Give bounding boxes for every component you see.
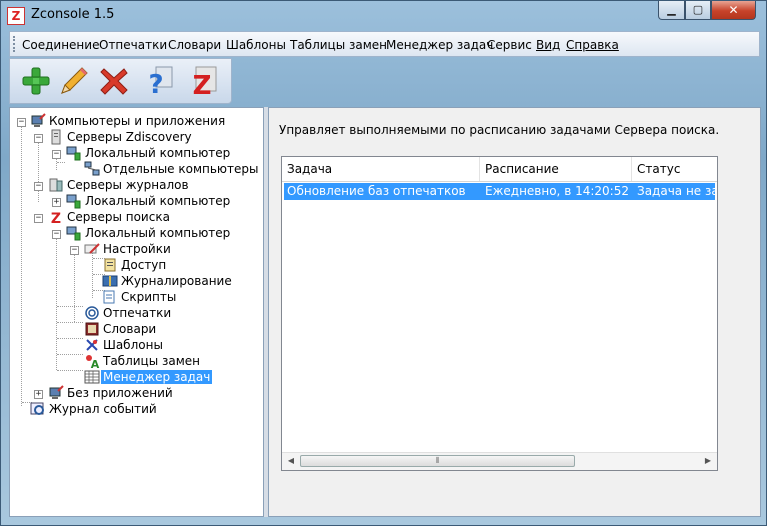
cell-schedule: Ежедневно, в 14:20:52 <box>485 184 629 198</box>
menu-replace-tables[interactable]: Таблицы замен <box>290 38 387 52</box>
event-log-icon <box>30 402 44 415</box>
log-server-icon <box>49 178 63 192</box>
menu-dictionaries[interactable]: Словари <box>168 38 221 52</box>
window-title: Zconsole 1.5 <box>31 7 115 22</box>
menu-grip[interactable] <box>13 36 18 52</box>
local-computer-icon <box>66 226 81 241</box>
scripts-icon <box>103 290 115 304</box>
column-header-schedule[interactable]: Расписание <box>480 157 632 181</box>
menu-help[interactable]: Справка <box>566 38 619 52</box>
cell-status: Задача не зап... <box>637 184 715 198</box>
svg-text:Z: Z <box>193 71 212 97</box>
title-bar[interactable]: Z Zconsole 1.5 ▁ ▢ ✕ <box>1 1 766 29</box>
navigation-tree: − − − − + − − − + Компьютеры и приложени… <box>9 107 264 517</box>
table-row[interactable]: Обновление баз отпечатков Ежедневно, в 1… <box>284 183 715 200</box>
minimize-button[interactable]: ▁ <box>658 1 685 20</box>
search-server-icon: Z <box>51 211 61 225</box>
scrollbar-thumb[interactable]: ⦀ <box>300 455 575 467</box>
expander-collapse[interactable]: − <box>34 134 43 143</box>
toolbar: ? Z <box>9 58 232 104</box>
server-icon <box>51 129 61 145</box>
computer-apps-icon <box>31 113 46 127</box>
menu-bar: Соединение Отпечатки Словари Шаблоны Таб… <box>9 31 760 57</box>
menu-fingerprints[interactable]: Отпечатки <box>99 38 167 52</box>
logging-icon <box>102 275 118 287</box>
task-manager-panel: Управляет выполняемыми по расписанию зад… <box>268 107 761 517</box>
scroll-left-icon[interactable]: ◀ <box>286 456 296 466</box>
cell-task: Обновление баз отпечатков <box>287 184 466 198</box>
svg-text:?: ? <box>148 70 163 97</box>
templates-icon <box>86 339 98 351</box>
replace-table-icon: A <box>86 355 100 369</box>
task-manager-icon <box>84 370 100 384</box>
expander-expand[interactable]: + <box>52 198 61 207</box>
close-button[interactable]: ✕ <box>711 1 756 20</box>
delete-icon[interactable] <box>98 65 130 97</box>
settings-icon <box>84 243 100 254</box>
zconsole-icon[interactable]: Z <box>188 65 220 97</box>
network-computers-icon <box>84 161 100 176</box>
dictionary-icon <box>85 322 99 336</box>
zconsole-app-icon[interactable]: Z <box>7 7 25 25</box>
table-header: Задача Расписание Статус <box>282 157 717 182</box>
expander-collapse[interactable]: − <box>52 230 61 239</box>
app-window: Z Zconsole 1.5 ▁ ▢ ✕ Соединение Отпечатк… <box>0 0 767 526</box>
expander-collapse[interactable]: − <box>17 118 26 127</box>
menu-view[interactable]: Вид <box>536 38 560 52</box>
menu-connection[interactable]: Соединение <box>22 38 99 52</box>
menu-service[interactable]: Сервис <box>487 38 532 52</box>
svg-text:Z: Z <box>51 211 61 225</box>
panel-description: Управляет выполняемыми по расписанию зад… <box>279 123 720 137</box>
no-apps-icon <box>49 385 64 399</box>
expander-collapse[interactable]: − <box>70 246 79 255</box>
add-icon[interactable] <box>20 65 52 97</box>
edit-pencil-icon[interactable] <box>58 65 90 97</box>
expander-collapse[interactable]: − <box>34 182 43 191</box>
help-icon[interactable]: ? <box>144 65 176 97</box>
menu-templates[interactable]: Шаблоны <box>226 38 286 52</box>
expander-expand[interactable]: + <box>34 390 43 399</box>
expander-collapse[interactable]: − <box>34 214 43 223</box>
local-computer-icon <box>66 194 81 209</box>
menu-task-manager[interactable]: Менеджер задач <box>386 38 493 52</box>
local-computer-icon <box>66 146 81 161</box>
fingerprint-icon <box>85 306 99 320</box>
horizontal-scrollbar[interactable]: ◀ ⦀ ▶ <box>282 452 717 470</box>
scroll-right-icon[interactable]: ▶ <box>703 456 713 466</box>
task-table: Задача Расписание Статус Обновление баз … <box>281 156 718 471</box>
column-header-task[interactable]: Задача <box>282 157 480 181</box>
column-header-status[interactable]: Статус <box>632 157 717 181</box>
expander-collapse[interactable]: − <box>52 150 61 159</box>
access-icon <box>104 258 116 272</box>
svg-text:A: A <box>91 358 100 369</box>
maximize-button[interactable]: ▢ <box>685 1 711 20</box>
